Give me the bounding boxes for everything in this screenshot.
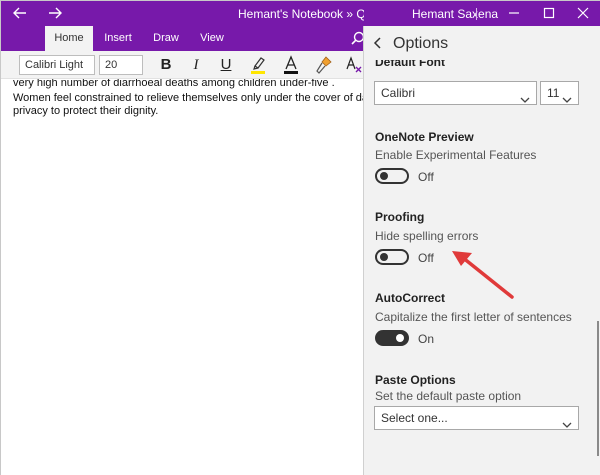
paste-description: Set the default paste option xyxy=(375,389,522,403)
font-size-box[interactable]: 20 xyxy=(99,55,143,75)
arrow-left-icon[interactable] xyxy=(12,5,28,25)
format-painter-icon[interactable] xyxy=(315,55,333,80)
default-font-select[interactable]: Calibri xyxy=(374,81,537,105)
paste-option-select[interactable]: Select one... xyxy=(374,406,579,430)
note-text-line: very high number of diarrhoeal deaths am… xyxy=(13,79,335,89)
maximize-icon[interactable] xyxy=(541,5,557,21)
chevron-left-icon[interactable] xyxy=(372,35,384,56)
app-window: Hemant's Notebook » Quic... Hemant Saxen… xyxy=(0,0,600,475)
arrow-right-icon[interactable] xyxy=(47,5,63,25)
arrow-annotation-icon xyxy=(446,247,518,308)
notebook-title: Hemant's Notebook » Quic... xyxy=(238,7,364,21)
pane-scrollbar[interactable] xyxy=(597,321,599,456)
font-name-box[interactable]: Calibri Light xyxy=(19,55,95,75)
paste-option-placeholder: Select one... xyxy=(381,411,448,425)
chevron-down-icon xyxy=(562,89,572,111)
titlebar-divider xyxy=(476,8,477,20)
underline-button[interactable]: U xyxy=(217,56,235,74)
formatting-toolbar: Calibri Light 20 B I U xyxy=(1,51,363,79)
preview-description: Enable Experimental Features xyxy=(375,148,537,162)
highlighter-icon[interactable] xyxy=(249,55,267,80)
font-color-icon[interactable] xyxy=(282,55,300,80)
options-title: Options xyxy=(393,35,449,52)
preview-toggle[interactable] xyxy=(375,168,409,184)
autocorrect-toggle[interactable] xyxy=(375,330,409,346)
bold-button[interactable]: B xyxy=(157,56,175,74)
tab-draw[interactable]: Draw xyxy=(146,26,186,51)
minimize-icon[interactable] xyxy=(506,5,522,21)
preview-toggle-state: Off xyxy=(418,170,434,184)
proofing-toggle[interactable] xyxy=(375,249,409,265)
tab-home[interactable]: Home xyxy=(45,26,93,51)
proofing-heading: Proofing xyxy=(375,210,425,224)
tab-insert[interactable]: Insert xyxy=(97,26,139,51)
autocorrect-toggle-state: On xyxy=(418,332,435,346)
autocorrect-description: Capitalize the first letter of sentences xyxy=(375,310,572,324)
toggle-knob xyxy=(380,172,388,180)
toggle-knob xyxy=(380,253,388,261)
close-icon[interactable] xyxy=(575,5,591,21)
ribbon-tabs: Home Insert Draw View xyxy=(1,26,365,51)
proofing-description: Hide spelling errors xyxy=(375,229,479,243)
proofing-toggle-state: Off xyxy=(418,251,434,265)
user-name[interactable]: Hemant Saxena xyxy=(412,7,498,21)
clear-formatting-icon[interactable] xyxy=(345,55,363,80)
autocorrect-heading: AutoCorrect xyxy=(375,291,446,305)
paste-heading: Paste Options xyxy=(375,373,456,387)
chevron-down-icon xyxy=(562,414,572,436)
title-bar: Hemant's Notebook » Quic... Hemant Saxen… xyxy=(1,1,600,26)
note-text-line: privacy to protect their dignity. xyxy=(13,105,159,117)
toggle-knob xyxy=(396,334,404,342)
default-font-value: Calibri xyxy=(381,86,416,100)
default-size-value: 11 xyxy=(547,86,560,100)
tab-view[interactable]: View xyxy=(193,26,231,51)
note-text-line: Women feel constrained to relieve themse… xyxy=(13,92,363,104)
preview-heading: OneNote Preview xyxy=(375,130,474,144)
default-size-select[interactable]: 11 xyxy=(540,81,579,105)
note-canvas[interactable]: very high number of diarrhoeal deaths am… xyxy=(1,79,363,475)
options-header: Options xyxy=(364,26,600,60)
italic-button[interactable]: I xyxy=(187,56,205,74)
chevron-down-icon xyxy=(520,89,530,111)
